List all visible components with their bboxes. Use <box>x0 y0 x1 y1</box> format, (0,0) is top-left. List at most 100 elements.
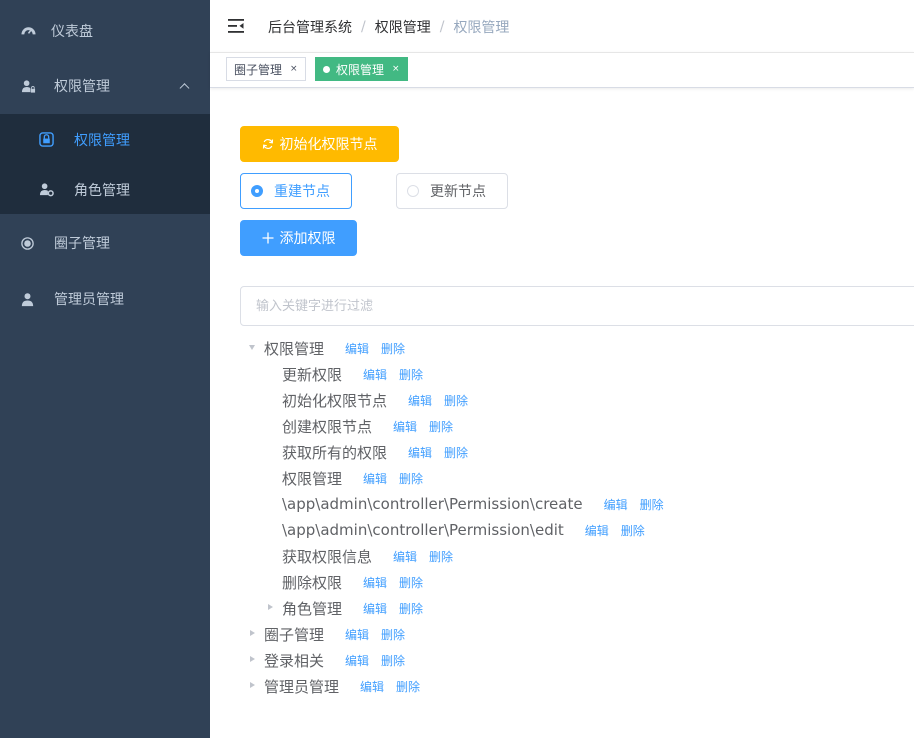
tree-node-label: 创建权限节点 <box>282 417 373 436</box>
refresh-icon <box>262 138 274 150</box>
tree-node[interactable]: 角色管理 编辑 删除 <box>264 595 423 621</box>
tree-node-label: 权限管理 <box>282 469 343 488</box>
dashboard-icon <box>20 23 36 39</box>
breadcrumb-item[interactable]: 后台管理系统 <box>268 17 352 37</box>
sidebar-item-permission-group[interactable]: 权限管理 <box>0 58 210 114</box>
user-gear-icon <box>38 181 54 197</box>
breadcrumb-item[interactable]: 权限管理 <box>375 17 431 37</box>
edit-link[interactable]: 编辑 <box>393 418 417 435</box>
tree-node-label: 获取权限信息 <box>282 547 373 566</box>
tree-node[interactable]: 圈子管理 编辑 删除 <box>246 621 405 647</box>
filter-input[interactable] <box>240 286 914 326</box>
delete-link[interactable]: 删除 <box>399 600 423 617</box>
edit-link[interactable]: 编辑 <box>363 366 387 383</box>
radio-label: 重建节点 <box>274 184 330 200</box>
tree-node[interactable]: 管理员管理 编辑 删除 <box>246 673 420 699</box>
edit-link[interactable]: 编辑 <box>393 548 417 565</box>
edit-link[interactable]: 编辑 <box>345 652 369 669</box>
update-nodes-radio[interactable]: 更新节点 <box>396 173 508 209</box>
tree-node[interactable]: 初始化权限节点 编辑 删除 <box>282 387 468 413</box>
sidebar-item-label: 权限管理 <box>54 79 110 95</box>
chevron-up-icon <box>179 83 190 94</box>
edit-link[interactable]: 编辑 <box>363 470 387 487</box>
tree-node[interactable]: 权限管理 编辑 删除 <box>246 335 405 361</box>
user-lock-icon <box>20 78 36 94</box>
breadcrumb: 后台管理系统 / 权限管理 / 权限管理 <box>268 17 509 37</box>
close-icon[interactable]: × <box>290 64 298 74</box>
edit-link[interactable]: 编辑 <box>345 626 369 643</box>
init-permission-nodes-button[interactable]: 初始化权限节点 <box>240 126 399 162</box>
delete-link[interactable]: 删除 <box>396 678 420 695</box>
tree-node[interactable]: 删除权限 编辑 删除 <box>282 569 423 595</box>
delete-link[interactable]: 删除 <box>399 470 423 487</box>
delete-link[interactable]: 删除 <box>381 340 405 357</box>
tree-node[interactable]: 权限管理 编辑 删除 <box>282 465 423 491</box>
sidebar-item-permission[interactable]: 权限管理 <box>0 118 210 162</box>
tag-circle[interactable]: 圈子管理 × <box>226 57 306 81</box>
user-icon <box>19 291 35 307</box>
radio-checked-icon <box>251 185 263 197</box>
caret-right-icon[interactable] <box>250 656 255 662</box>
tree-node-label: 更新权限 <box>282 365 343 384</box>
plus-icon <box>262 232 274 244</box>
delete-link[interactable]: 删除 <box>399 574 423 591</box>
circle-dot-icon <box>19 235 35 251</box>
rebuild-nodes-radio[interactable]: 重建节点 <box>240 173 352 209</box>
radio-label: 更新节点 <box>430 184 486 200</box>
button-label: 初始化权限节点 <box>279 137 378 153</box>
delete-link[interactable]: 删除 <box>381 652 405 669</box>
tree-node[interactable]: 获取所有的权限 编辑 删除 <box>282 439 468 465</box>
button-label: 添加权限 <box>279 231 336 247</box>
tag-permission[interactable]: 权限管理 × <box>315 57 408 81</box>
breadcrumb-separator: / <box>439 19 445 35</box>
edit-link[interactable]: 编辑 <box>408 444 432 461</box>
delete-link[interactable]: 删除 <box>621 522 645 539</box>
delete-link[interactable]: 删除 <box>444 392 468 409</box>
breadcrumb-separator: / <box>361 19 366 35</box>
caret-right-icon[interactable] <box>250 682 255 688</box>
tree-node-label: 登录相关 <box>264 651 325 670</box>
tag-label: 圈子管理 <box>234 62 283 77</box>
navbar: 后台管理系统 / 权限管理 / 权限管理 <box>210 0 914 52</box>
close-icon[interactable]: × <box>392 64 400 74</box>
delete-link[interactable]: 删除 <box>429 418 453 435</box>
delete-link[interactable]: 删除 <box>381 626 405 643</box>
menu-fold-icon[interactable] <box>228 18 244 33</box>
breadcrumb-item-current: 权限管理 <box>453 20 510 36</box>
tree-node[interactable]: 获取权限信息 编辑 删除 <box>282 543 453 569</box>
tree-node-label: 圈子管理 <box>264 625 325 644</box>
tree-node-label: 初始化权限节点 <box>282 391 388 410</box>
edit-link[interactable]: 编辑 <box>585 522 609 539</box>
sidebar-item-role[interactable]: 角色管理 <box>0 168 210 212</box>
delete-link[interactable]: 删除 <box>640 496 664 513</box>
tree-node[interactable]: 更新权限 编辑 删除 <box>282 361 423 387</box>
edit-link[interactable]: 编辑 <box>360 678 384 695</box>
caret-right-icon[interactable] <box>268 604 273 610</box>
sidebar-item-circle[interactable]: 圈子管理 <box>0 216 210 270</box>
sidebar-item-admin[interactable]: 管理员管理 <box>0 272 210 326</box>
radio-unchecked-icon <box>407 185 419 197</box>
tree-node-label: 获取所有的权限 <box>282 443 388 462</box>
add-permission-button[interactable]: 添加权限 <box>240 220 357 256</box>
tree-node[interactable]: 登录相关 编辑 删除 <box>246 647 405 673</box>
tree-node[interactable]: \app\admin\controller\Permission\create … <box>282 491 664 517</box>
caret-down-icon[interactable] <box>249 345 255 350</box>
tree-node-label: 权限管理 <box>264 339 325 358</box>
delete-link[interactable]: 删除 <box>399 366 423 383</box>
sidebar-item-dashboard[interactable]: 仪表盘 <box>0 10 210 52</box>
active-dot-icon <box>323 65 330 73</box>
edit-link[interactable]: 编辑 <box>363 600 387 617</box>
tree-node[interactable]: 创建权限节点 编辑 删除 <box>282 413 453 439</box>
edit-link[interactable]: 编辑 <box>408 392 432 409</box>
caret-right-icon[interactable] <box>250 630 255 636</box>
tree-node[interactable]: \app\admin\controller\Permission\edit 编辑… <box>282 517 645 543</box>
edit-link[interactable]: 编辑 <box>363 574 387 591</box>
tag-label: 权限管理 <box>336 62 385 77</box>
edit-link[interactable]: 编辑 <box>345 340 369 357</box>
delete-link[interactable]: 删除 <box>444 444 468 461</box>
tree-node-label: 角色管理 <box>282 599 343 618</box>
delete-link[interactable]: 删除 <box>429 548 453 565</box>
edit-link[interactable]: 编辑 <box>604 496 628 513</box>
tree-node-label: 删除权限 <box>282 573 343 592</box>
sidebar-item-label: 管理员管理 <box>54 292 124 308</box>
